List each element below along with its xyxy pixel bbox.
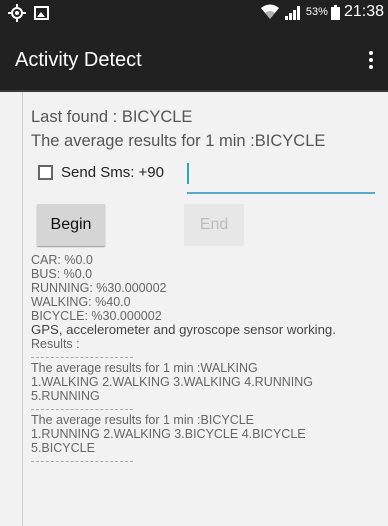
- begin-button[interactable]: Begin: [37, 204, 105, 246]
- send-sms-row: Send Sms: +90: [38, 164, 164, 181]
- battery-percent: 53%: [305, 6, 328, 18]
- result-sequence: 1.WALKING 2.WALKING 3.WALKING 4.RUNNING: [31, 375, 314, 389]
- average-result-text: The average results for 1 min :BICYCLE: [31, 132, 326, 150]
- result-block: The average results for 1 min :WALKING 1…: [31, 361, 388, 403]
- separator: [31, 403, 388, 413]
- app-title: Activity Detect: [15, 49, 142, 71]
- result-sequence-end: 5.RUNNING: [31, 389, 100, 403]
- result-average: The average results for 1 min :WALKING: [31, 361, 258, 375]
- stat-walking: WALKING: %40.0: [31, 295, 131, 309]
- separator: [31, 455, 388, 465]
- signal-icon: [284, 6, 300, 20]
- result-sequence: 1.RUNNING 2.WALKING 3.BICYCLE 4.BICYCLE: [31, 427, 306, 441]
- separator: [31, 351, 388, 361]
- send-sms-label[interactable]: Send Sms: +90: [61, 164, 164, 181]
- app-bar: Activity Detect: [0, 26, 388, 92]
- result-average: The average results for 1 min :BICYCLE: [31, 413, 255, 427]
- sms-number-cursor: [187, 163, 189, 184]
- stat-running: RUNNING: %30.000002: [31, 281, 167, 295]
- result-block: The average results for 1 min :BICYCLE 1…: [31, 413, 388, 455]
- stat-bus: BUS: %0.0: [31, 267, 93, 281]
- stat-bicycle: BICYCLE: %30.000002: [31, 309, 162, 323]
- activity-log: CAR: %0.0 BUS: %0.0 RUNNING: %30.000002 …: [31, 253, 388, 465]
- clock: 21:38: [343, 3, 384, 20]
- last-found-text: Last found : BICYCLE: [31, 108, 193, 126]
- send-sms-checkbox[interactable]: [38, 165, 53, 180]
- result-sequence-end: 5.BICYCLE: [31, 441, 95, 455]
- battery-icon: [330, 4, 340, 20]
- wifi-icon: [260, 4, 279, 19]
- end-button[interactable]: End: [184, 204, 244, 246]
- image-icon: [34, 6, 49, 20]
- gps-icon: [8, 4, 26, 22]
- status-right-icons: 53% 21:38: [260, 3, 384, 21]
- stat-car: CAR: %0.0: [31, 253, 93, 267]
- results-label: Results :: [31, 337, 80, 351]
- sms-number-input[interactable]: [187, 192, 375, 194]
- overflow-menu-icon[interactable]: [368, 51, 374, 69]
- status-bar: 53% 21:38: [0, 0, 388, 26]
- status-left-icons: [8, 4, 49, 22]
- sensor-status: GPS, accelerometer and gyroscope sensor …: [31, 322, 336, 337]
